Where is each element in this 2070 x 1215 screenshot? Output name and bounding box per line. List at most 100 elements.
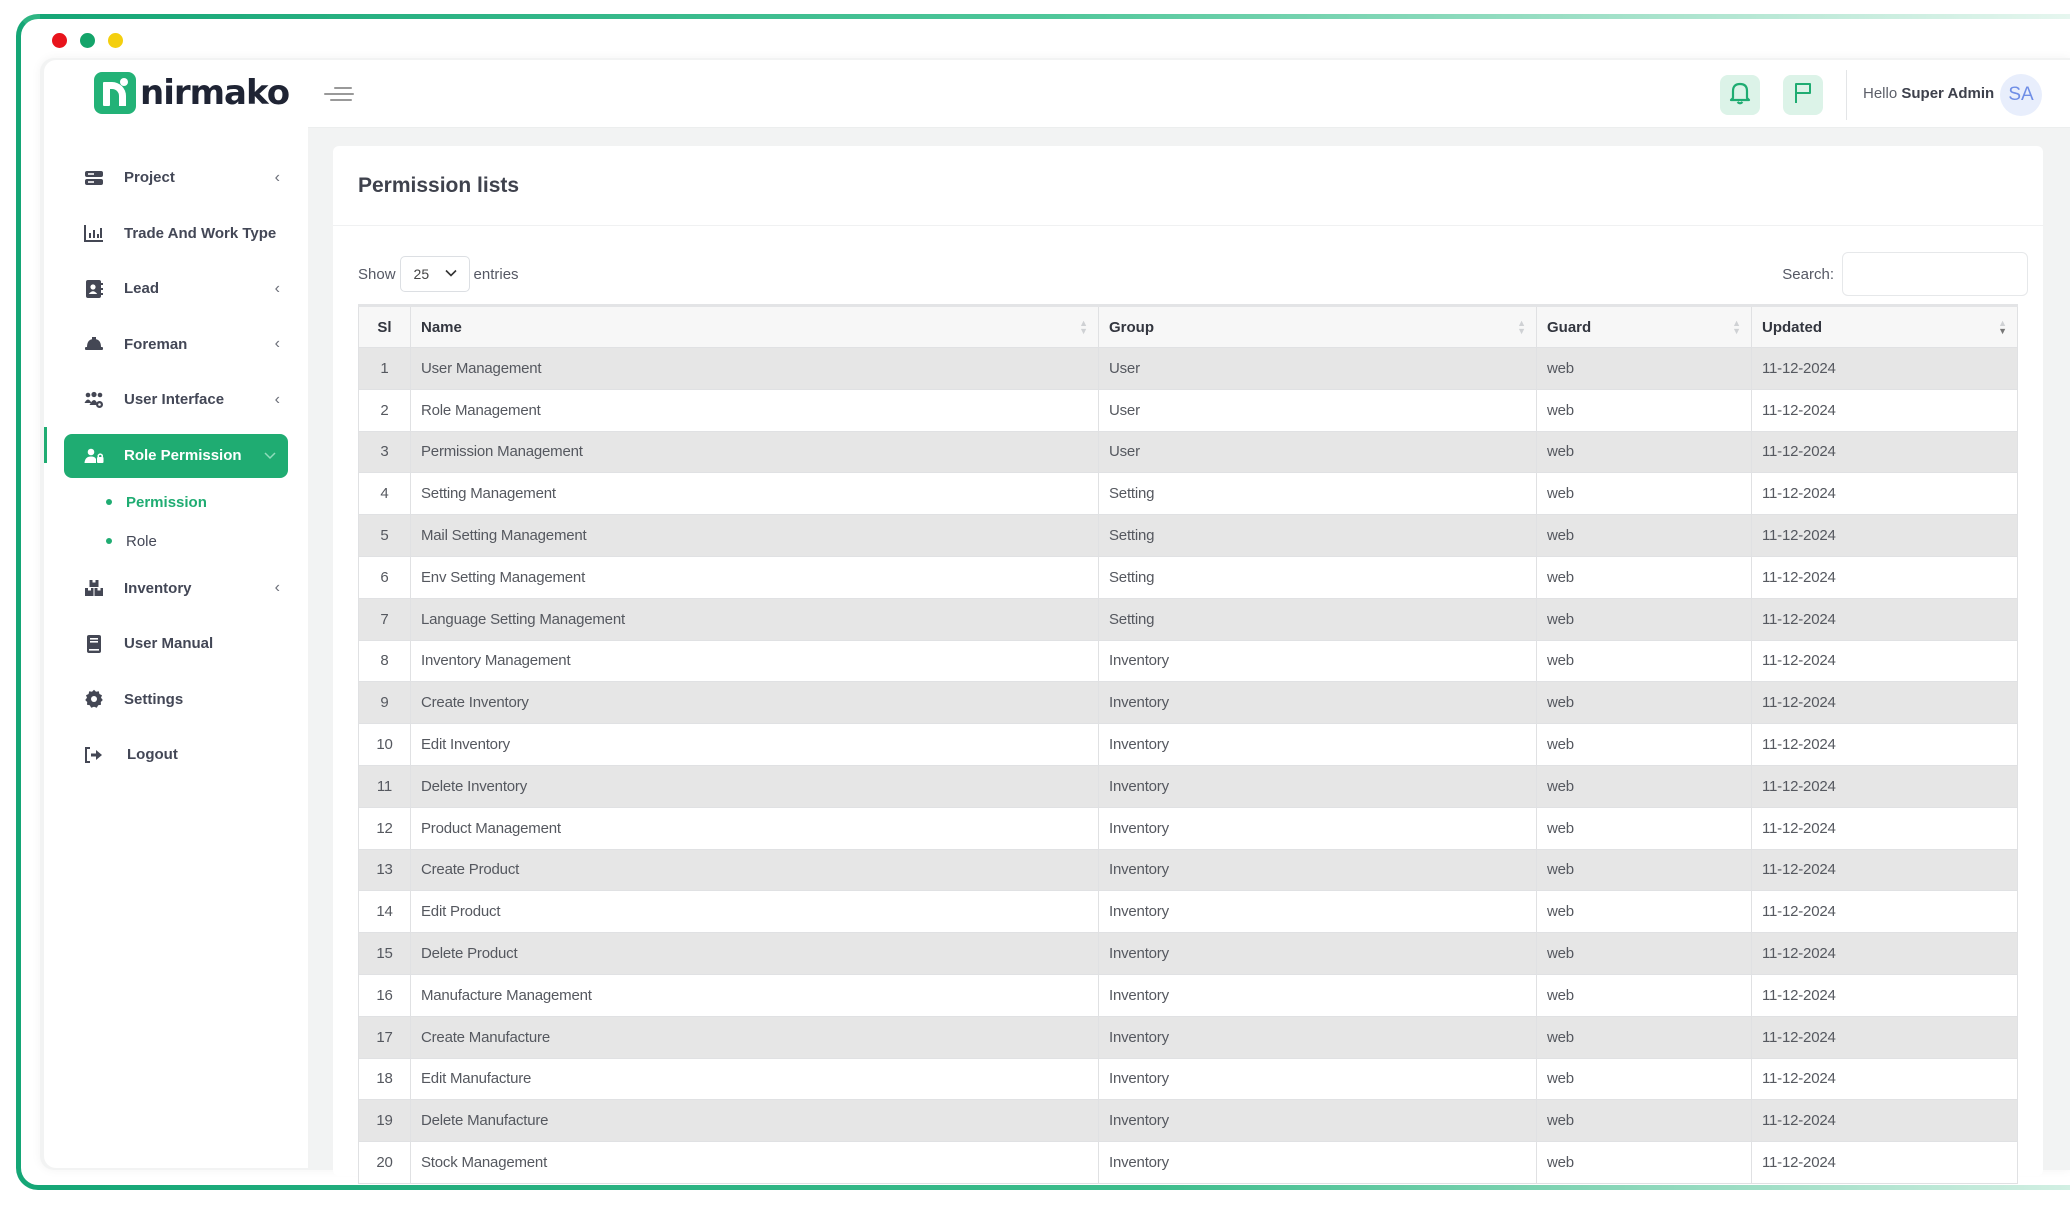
table-row[interactable]: 8 Inventory Management Inventory web 11-12-2… [358, 639, 2018, 683]
cell-group: Inventory [1098, 806, 1537, 850]
table-row[interactable]: 9 Create Inventory Inventory web 11-12-2024 [358, 681, 2018, 725]
sidebar-item-label: Settings [124, 690, 184, 708]
user-name: Super Admin [1901, 85, 1995, 102]
flag-button[interactable] [1783, 75, 1823, 115]
column-header-name[interactable]: Name ▲ ▼ [410, 304, 1099, 348]
table-row[interactable]: 13 Create Product Inventory web 11-12-2024 [358, 848, 2018, 892]
brand-logo[interactable]: nirmako [94, 72, 290, 114]
window-maximize-button[interactable] [108, 33, 123, 48]
table-row[interactable]: 18 Edit Manufacture Inventory web 11-12-2024 [358, 1057, 2018, 1101]
chevron-left-icon: ‹ [274, 390, 280, 408]
column-header-updated[interactable]: Updated ▲ ▼ [1751, 304, 2018, 348]
cell-name: Delete Product [410, 932, 1099, 975]
cell-group: Setting [1098, 597, 1537, 641]
sidebar-item-trade-and-work-type[interactable]: Trade And Work Type [44, 206, 308, 262]
entries-per-page-select[interactable]: 25 [399, 256, 470, 292]
table-row[interactable]: 3 Permission Management User web 11-12-2024 [358, 430, 2018, 474]
cell-guard: web [1536, 430, 1752, 474]
table-row[interactable]: 6 Env Setting Management Setting web 11-12-2… [358, 555, 2018, 599]
table-row[interactable]: 12 Product Management Inventory web 11-12-20… [358, 806, 2018, 850]
table-row[interactable]: 7 Language Setting Management Setting web 11… [358, 597, 2018, 641]
avatar[interactable]: SA [2000, 74, 2042, 116]
sidebar-item-user-interface[interactable]: User Interface ‹ [44, 372, 308, 428]
column-header-group[interactable]: Group ▲ ▼ [1098, 304, 1537, 348]
table-row[interactable]: 11 Delete Inventory Inventory web 11-12-2024 [358, 764, 2018, 808]
column-header-sl[interactable]: Sl [358, 304, 411, 348]
table-row[interactable]: 17 Create Manufacture Inventory web 11-12-20… [358, 1015, 2018, 1059]
table-row[interactable]: 20 Stock Management Inventory web 11-12-2024 [358, 1141, 2018, 1184]
cell-sl: 6 [358, 555, 411, 599]
cell-sl: 16 [358, 973, 411, 1017]
cell-name: Manufacture Management [410, 973, 1099, 1017]
table-body: 1 User Management User web 11-12-2024 2 Role M… [358, 347, 2018, 1184]
chevron-left-icon: ‹ [274, 168, 280, 186]
sidebar-subitem-role[interactable]: Role [44, 522, 308, 561]
sidebar-item-label: Logout [127, 746, 178, 764]
sidebar-item-user-manual[interactable]: User Manual [44, 616, 308, 672]
table-row[interactable]: 14 Edit Product Inventory web 11-12-2024 [358, 890, 2018, 934]
table-row[interactable]: 2 Role Management User web 11-12-2024 [358, 388, 2018, 432]
search-input[interactable] [1842, 252, 2028, 296]
cell-updated: 11-12-2024 [1751, 555, 2018, 599]
window-minimize-button[interactable] [80, 33, 95, 48]
sidebar-item-logout[interactable]: Logout [44, 727, 308, 783]
cell-updated: 11-12-2024 [1751, 1141, 2018, 1184]
table-row[interactable]: 10 Edit Inventory Inventory web 11-12-2024 [358, 723, 2018, 766]
sidebar-item-lead[interactable]: Lead ‹ [44, 261, 308, 317]
hamburger-icon[interactable] [324, 84, 354, 104]
sidebar-item-label: Project [124, 169, 175, 187]
sidebar-item-settings[interactable]: Settings [44, 672, 308, 728]
cell-name: Delete Inventory [410, 764, 1099, 808]
notifications-button[interactable] [1720, 75, 1760, 115]
sidebar-item-inventory[interactable]: Inventory ‹ [44, 561, 308, 617]
cell-name: Product Management [410, 806, 1099, 850]
logo-mark-icon [94, 72, 136, 114]
cell-sl: 10 [358, 723, 411, 766]
cell-updated: 11-12-2024 [1751, 1099, 2018, 1143]
cell-sl: 5 [358, 514, 411, 557]
gear-icon [84, 689, 104, 709]
sidebar-item-label: Role Permission [124, 447, 242, 464]
cell-guard: web [1536, 514, 1752, 557]
cell-guard: web [1536, 347, 1752, 390]
permissions-table: Sl Name ▲ ▼ Group ▲ ▼ Guard ▲ ▼ Updated ▲ ▼ [358, 304, 2018, 1184]
book-icon [84, 634, 104, 654]
search-label: Search: [1782, 265, 1834, 283]
cell-name: Language Setting Management [410, 597, 1099, 641]
cell-updated: 11-12-2024 [1751, 723, 2018, 766]
sidebar-subitem-label: Permission [126, 493, 207, 511]
cell-group: Inventory [1098, 973, 1537, 1017]
sidebar-item-label: User Interface [124, 391, 225, 409]
table-row[interactable]: 1 User Management User web 11-12-2024 [358, 347, 2018, 390]
table-row[interactable]: 16 Manufacture Management Inventory web 11-1… [358, 973, 2018, 1017]
cell-guard: web [1536, 973, 1752, 1017]
sidebar-subitem-permission[interactable]: Permission [44, 483, 308, 522]
sidebar-item-project[interactable]: Project ‹ [44, 150, 308, 206]
table-row[interactable]: 15 Delete Product Inventory web 11-12-2024 [358, 932, 2018, 975]
page-title: Permission lists [358, 173, 520, 197]
cell-name: Inventory Management [410, 639, 1099, 683]
sidebar-item-role-permission[interactable]: Role Permission [64, 433, 288, 478]
column-header-guard[interactable]: Guard ▲ ▼ [1536, 304, 1752, 348]
cell-name: Create Inventory [410, 681, 1099, 725]
cell-updated: 11-12-2024 [1751, 1015, 2018, 1059]
cell-updated: 11-12-2024 [1751, 639, 2018, 683]
sort-icon: ▲ ▼ [1079, 318, 1088, 336]
cell-group: Inventory [1098, 848, 1537, 892]
table-row[interactable]: 4 Setting Management Setting web 11-12-2024 [358, 472, 2018, 516]
sidebar-item-foreman[interactable]: Foreman ‹ [44, 317, 308, 373]
chevron-left-icon: ‹ [274, 279, 280, 297]
sidebar-item-label: Lead [124, 280, 160, 298]
cell-updated: 11-12-2024 [1751, 514, 2018, 557]
table-row[interactable]: 19 Delete Manufacture Inventory web 11-12-20… [358, 1099, 2018, 1143]
sidebar-item-label: Inventory [124, 579, 192, 597]
card-header: Permission lists [333, 146, 2043, 226]
cell-name: Role Management [410, 388, 1099, 432]
cell-group: Inventory [1098, 1141, 1537, 1184]
table-header-row: Sl Name ▲ ▼ Group ▲ ▼ Guard ▲ ▼ Updated ▲ ▼ [358, 304, 2018, 348]
table-row[interactable]: 5 Mail Setting Management Setting web 11-12-… [358, 514, 2018, 557]
sidebar-nav: Project ‹ Trade And Work Type Lead ‹ For… [44, 150, 308, 783]
sidebar-subitem-label: Role [126, 532, 157, 550]
cell-sl: 17 [358, 1015, 411, 1059]
window-close-button[interactable] [52, 33, 67, 48]
